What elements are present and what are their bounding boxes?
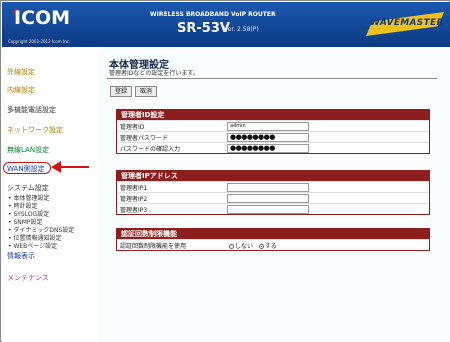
radio-off-label: しない — [235, 243, 254, 250]
sidebar-item-info[interactable]: 情報表示 — [7, 251, 35, 261]
sidebar-item-wireless-lan[interactable]: 無線LAN設定 — [7, 145, 49, 155]
cancel-button[interactable]: 取消 — [135, 86, 157, 97]
form-row: 管理者IP1 — [117, 181, 429, 192]
radio-on-label: する — [264, 243, 277, 250]
radio-off[interactable] — [229, 244, 234, 249]
icom-logo: ICOM — [8, 7, 78, 37]
page-description: 管理者IDなどの設定を行います。 — [109, 70, 199, 77]
section-title: 管理者IPアドレス — [117, 171, 429, 181]
sidebar-item-extension[interactable]: 内線設定 — [7, 85, 35, 95]
admin-ip3-input[interactable] — [227, 205, 309, 214]
sidebar-item-network[interactable]: ネットワーク設定 — [7, 125, 63, 135]
form-row: 管理者IP2 — [117, 192, 429, 203]
admin-ip2-input[interactable] — [227, 194, 309, 203]
sidebar-item-outside-line[interactable]: 外線設定 — [7, 67, 35, 77]
section-title: 管理者ID設定 — [117, 110, 429, 120]
form-row: 管理者ID admin — [117, 120, 429, 131]
admin-ip1-input[interactable] — [227, 183, 309, 192]
form-row: 認証回数制限機能を使用 しない する — [117, 239, 429, 250]
radio-on[interactable] — [258, 244, 264, 249]
register-button[interactable]: 登録 — [110, 86, 132, 97]
model-name: SR-53V — [177, 21, 230, 36]
admin-ip-section: 管理者IPアドレス 管理者IP1 管理者IP2 管理者IP3 — [116, 170, 430, 215]
form-row: 管理者IP3 — [117, 203, 429, 214]
form-row: パスワードの確認入力 ●●●●●●●● — [117, 142, 429, 153]
auth-limit-section: 認証回数制限機能 認証回数制限機能を使用 しない する — [116, 228, 430, 251]
admin-id-label: 管理者ID — [120, 124, 145, 131]
header-banner: ICOM Copyright 2002-2012 Icom Inc. WIREL… — [2, 2, 450, 47]
brand-text: WAVEMASTER — [370, 18, 444, 28]
wavemaster-logo: WAVEMASTER — [366, 12, 444, 36]
sidebar-item-system[interactable]: システム設定 — [7, 183, 49, 193]
sidebar-item-multifunction-phone[interactable]: 多機能電話設定 — [7, 105, 56, 115]
admin-ip3-label: 管理者IP3 — [120, 207, 148, 214]
section-title: 認証回数制限機能 — [117, 229, 429, 239]
password-confirm-input[interactable]: ●●●●●●●● — [227, 144, 309, 153]
title-divider — [107, 78, 437, 79]
admin-password-input[interactable]: ●●●●●●●● — [227, 133, 309, 142]
admin-ip2-label: 管理者IP2 — [120, 196, 148, 203]
password-confirm-label: パスワードの確認入力 — [120, 146, 181, 153]
auth-limit-radio-group: しない する — [229, 241, 277, 250]
firmware-version: Ver. 2.58(P) — [224, 26, 259, 33]
admin-id-section: 管理者ID設定 管理者ID admin 管理者パスワード ●●●●●●●● パス… — [116, 109, 430, 154]
admin-password-label: 管理者パスワード — [120, 135, 169, 142]
sidebar-subitem-web-page[interactable]: • WEBページ設定 — [8, 241, 57, 250]
sidebar-nav: 外線設定 内線設定 多機能電話設定 ネットワーク設定 無線LAN設定 WAN側設… — [2, 47, 97, 342]
product-name: WIRELESS BROADBAND VoIP ROUTER — [150, 11, 276, 18]
annotation-arrow-icon — [51, 161, 89, 173]
form-row: 管理者パスワード ●●●●●●●● — [117, 131, 429, 142]
admin-ip1-label: 管理者IP1 — [120, 185, 148, 192]
copyright-text: Copyright 2002-2012 Icom Inc. — [8, 39, 71, 44]
router-admin-window: ICOM Copyright 2002-2012 Icom Inc. WIREL… — [0, 0, 450, 342]
auth-limit-label: 認証回数制限機能を使用 — [120, 243, 187, 250]
main-content: 本体管理設定 管理者IDなどの設定を行います。 登録 取消 管理者ID設定 管理… — [97, 47, 450, 342]
logo-text: ICOM — [14, 7, 71, 29]
annotation-highlight-circle — [3, 162, 51, 174]
admin-id-input[interactable]: admin — [227, 122, 309, 131]
sidebar-item-maintenance[interactable]: メンテナンス — [7, 273, 49, 283]
